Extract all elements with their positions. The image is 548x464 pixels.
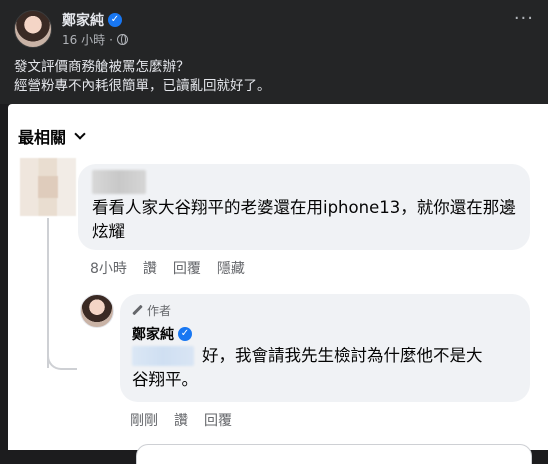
comment-actions: 8小時 讚 回覆 隱藏 <box>90 258 245 278</box>
mention-blurred[interactable] <box>132 346 194 366</box>
comment-text: 看看人家大谷翔平的老婆還在用iphone13，就你還在那邊炫耀 <box>92 198 516 241</box>
reply-actions: 剛剛 讚 回覆 <box>130 410 232 430</box>
sort-label: 最相關 <box>18 128 67 147</box>
author-avatar[interactable] <box>14 10 52 48</box>
thread-connector <box>47 344 77 370</box>
reply-button[interactable]: 回覆 <box>173 258 201 278</box>
post-header: 鄭家純 ✓ 16 小時 · ··· 發文評價商務艙被罵怎麼辦？ 經營粉專不內耗很… <box>0 0 548 104</box>
meta-separator: · <box>109 32 113 47</box>
reply-text-line: 好，我會請我先生檢討為什麼他不是大 <box>132 344 483 368</box>
commenter-avatar-blurred[interactable] <box>20 158 76 216</box>
more-options-icon[interactable]: ··· <box>514 10 534 28</box>
like-button[interactable]: 讚 <box>174 410 188 430</box>
commenter-name-blurred[interactable] <box>92 170 146 194</box>
reply-text: 好，我會請我先生檢討為什麼他不是大 <box>202 346 483 365</box>
reply-name-row: 鄭家純 ✓ <box>132 324 192 344</box>
comment-sort-dropdown[interactable]: 最相關 <box>18 124 86 148</box>
globe-icon <box>116 34 128 45</box>
post-text: 發文評價商務艙被罵怎麼辦？ 經營粉專不內耗很簡單，已讀亂回就好了。 <box>14 58 271 96</box>
reply-text-line: 谷翔平。 <box>132 370 198 389</box>
chevron-down-icon <box>74 128 86 140</box>
reply-author-name[interactable]: 鄭家純 <box>132 324 174 344</box>
author-badge-label: 作者 <box>147 304 172 318</box>
hide-button[interactable]: 隱藏 <box>217 258 245 278</box>
post-text-line: 經營粉專不內耗很簡單，已讀亂回就好了。 <box>14 78 271 94</box>
like-button[interactable]: 讚 <box>143 258 157 278</box>
pen-icon <box>132 305 143 316</box>
author-badge: 作者 <box>132 302 171 319</box>
author-row: 鄭家純 ✓ <box>62 10 122 30</box>
post-text-line: 發文評價商務艙被罵怎麼辦？ <box>14 59 190 75</box>
verified-badge-icon: ✓ <box>108 13 122 27</box>
post-meta: 16 小時 · <box>62 31 128 48</box>
reply-bubble: 作者 鄭家純 ✓ 好，我會請我先生檢討為什麼他不是大 谷翔平。 <box>120 294 530 402</box>
comment-bubble: 看看人家大谷翔平的老婆還在用iphone13，就你還在那邊炫耀 <box>78 164 530 250</box>
author-name[interactable]: 鄭家純 <box>62 10 104 30</box>
verified-badge-icon: ✓ <box>178 327 192 341</box>
reply-time[interactable]: 剛剛 <box>130 410 158 430</box>
post-time[interactable]: 16 小時 <box>62 31 105 48</box>
comments-panel: 最相關 看看人家大谷翔平的老婆還在用iphone13，就你還在那邊炫耀 8小時 … <box>8 104 548 464</box>
reply-button[interactable]: 回覆 <box>204 410 232 430</box>
reply-author-avatar[interactable] <box>80 294 114 328</box>
reply-composer[interactable] <box>136 444 532 464</box>
comment-time[interactable]: 8小時 <box>90 258 127 278</box>
